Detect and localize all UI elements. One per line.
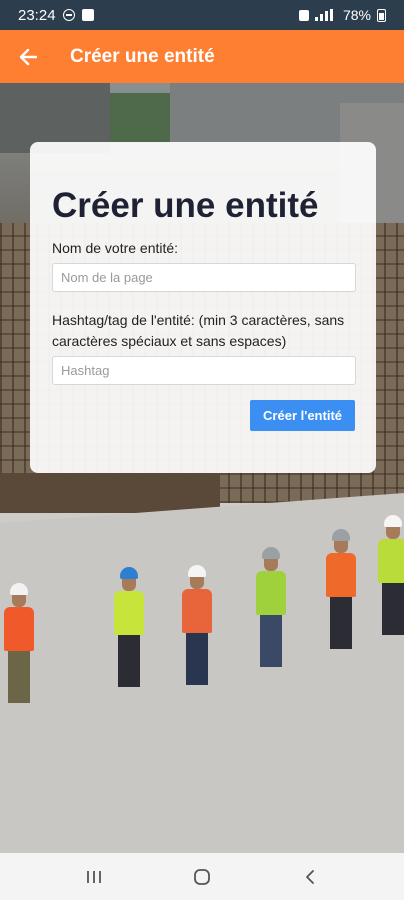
system-nav-bar [0, 853, 404, 900]
status-bar: 23:24 78% [0, 0, 404, 30]
home-button[interactable] [182, 857, 222, 897]
hashtag-label: Hashtag/tag de l'entité: (min 3 caractèr… [52, 312, 345, 349]
status-left: 23:24 [18, 7, 94, 24]
entity-name-label: Nom de votre entité: [52, 240, 179, 256]
create-entity-button[interactable]: Créer l'entité [250, 400, 355, 431]
lock-icon [298, 9, 309, 21]
card-title: Créer une entité [52, 186, 319, 225]
back-button[interactable] [0, 30, 56, 83]
entity-name-input[interactable] [52, 263, 356, 292]
signal-icon [314, 9, 337, 21]
recent-apps-button[interactable] [74, 857, 114, 897]
battery-icon [377, 8, 386, 22]
arrow-back-icon [19, 48, 37, 65]
app-bar-title: Créer une entité [70, 45, 215, 67]
hashtag-input[interactable] [52, 356, 356, 385]
home-icon [194, 868, 210, 885]
message-icon [81, 9, 94, 21]
status-time: 23:24 [18, 6, 56, 24]
status-right: 78% [298, 7, 386, 23]
recent-apps-icon [87, 870, 101, 883]
do-not-disturb-icon [62, 9, 75, 21]
create-entity-card: Créer une entité Nom de votre entité: Ha… [30, 142, 376, 473]
app-bar: Créer une entité [0, 30, 404, 83]
back-nav-icon [306, 869, 314, 884]
back-nav-button[interactable] [290, 857, 330, 897]
battery-percent: 78% [342, 7, 371, 23]
